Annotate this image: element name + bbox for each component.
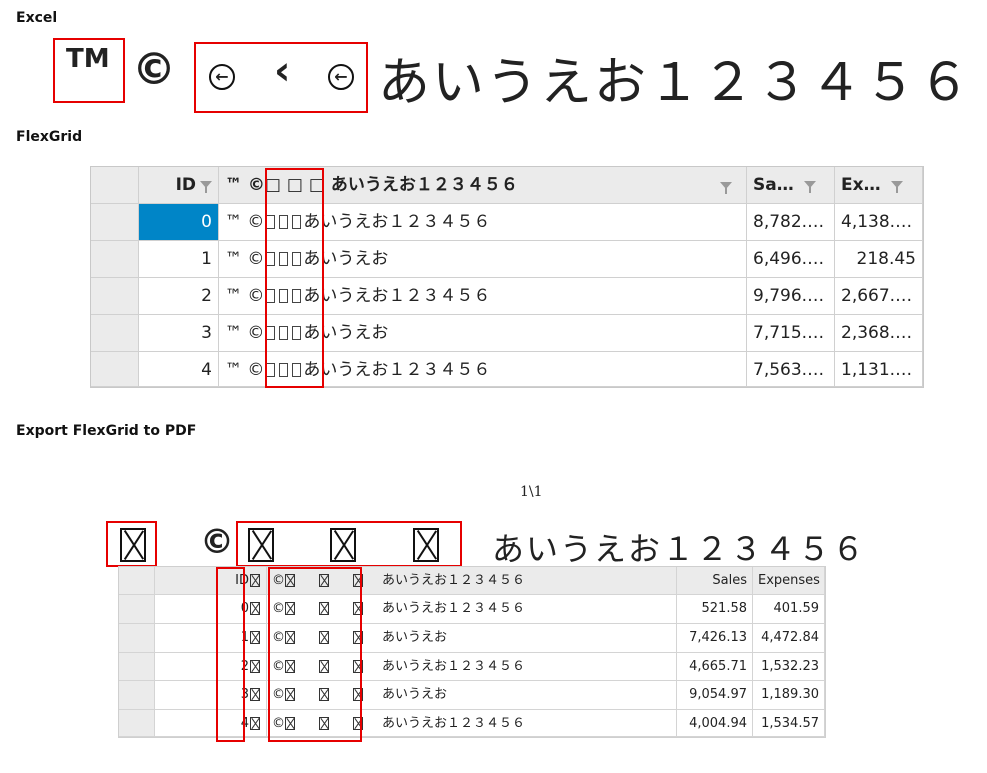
column-header-label: Ex… [841,175,881,195]
pdf-row-header [119,624,155,653]
pdf-cell-expenses: 1,189.30 [753,681,825,710]
pdf-header-id: ID [155,567,267,595]
symbol-prefix: ™ © [225,286,265,306]
pdf-header-expenses: Expenses [753,567,825,595]
export-section-label: Export FlexGrid to PDF [16,423,197,439]
missing-glyph-icon [250,660,260,673]
pdf-cell-id: 3 [155,681,267,710]
grid-cell-expenses[interactable]: 2,368.… [835,315,923,352]
filter-icon[interactable] [890,180,903,193]
row-header[interactable] [91,204,139,241]
grid-cell-id[interactable]: 1 [139,241,219,278]
row-header[interactable] [91,241,139,278]
pdf-cell-id: 0 [155,595,267,624]
japanese-text: あいうえお [382,630,448,645]
japanese-text: あいうえお１２３４５６ [303,360,491,380]
column-header-id[interactable]: ID [139,167,219,204]
symbol-prefix: ™ © [225,323,265,343]
japanese-text: あいうえお１２３４５６ [492,530,867,568]
highlight-box [236,521,462,567]
grid-cell-expenses[interactable]: 2,667.… [835,278,923,315]
japanese-text: あいうえお１２３４５６ [382,659,526,674]
column-header-expenses[interactable]: Ex… [835,167,923,204]
grid-cell-sales[interactable]: 6,496.… [747,241,835,278]
japanese-text: あいうえお１２３４５６ [378,53,973,113]
grid-cell-sales[interactable]: 9,796.… [747,278,835,315]
grid-cell-expenses[interactable]: 218.45 [835,241,923,278]
missing-glyph-icon [250,574,260,587]
flexgrid-section-label: FlexGrid [16,129,83,145]
grid-cell-id[interactable]: 2 [139,278,219,315]
grid-cell-sales[interactable]: 8,782.… [747,204,835,241]
highlight-box [106,521,157,567]
japanese-text: あいうえお１２３４５６ [382,601,526,616]
filter-icon[interactable] [720,182,732,194]
row-header[interactable] [91,352,139,387]
flexgrid[interactable]: ID ™ ©□ □ □ あいうえお１２３４５６ Sa… Ex… 0 ™ © あいう… [90,166,924,388]
grid-cell-expenses[interactable]: 1,131.… [835,352,923,387]
excel-rendering: TM © ← ‹ ← あいうえお１２３４５６ [52,38,970,113]
grid-cell-id[interactable]: 4 [139,352,219,387]
filter-icon[interactable] [200,180,212,193]
symbol-prefix: ™ © [225,212,265,232]
japanese-text: あいうえお１２３４５６ [303,286,491,306]
missing-glyph-icon [250,631,260,644]
pdf-topleft-cell [119,567,155,595]
pdf-cell-sales: 9,054.97 [677,681,753,710]
highlight-box [216,567,245,742]
grid-cell-sales[interactable]: 7,715.… [747,315,835,352]
filter-icon[interactable] [803,180,816,193]
pdf-cell-expenses: 1,532.23 [753,653,825,681]
pdf-cell-sales: 521.58 [677,595,753,624]
row-header[interactable] [91,315,139,352]
pdf-title-row: © あいうえお１２３４５６ [108,522,888,568]
japanese-text: あいうえお１２３４５６ [382,716,526,731]
grid-cell-expenses[interactable]: 4,138.… [835,204,923,241]
pdf-cell-expenses: 1,534.57 [753,710,825,737]
pdf-cell-id: 1 [155,624,267,653]
pdf-cell-id: 4 [155,710,267,737]
column-header-label: ID [175,175,196,195]
grid-cell-id[interactable]: 0 [139,204,219,241]
symbol-prefix: ™ © [225,249,265,269]
excel-section-label: Excel [16,10,58,26]
pdf-cell-sales: 7,426.13 [677,624,753,653]
copyright-symbol: © [200,522,234,562]
grid-cell-sales[interactable]: 7,563.… [747,352,835,387]
pdf-cell-sales: 4,665.71 [677,653,753,681]
missing-glyph-icon [250,717,260,730]
pdf-cell-sales: 4,004.94 [677,710,753,737]
pdf-row-header [119,595,155,624]
highlight-box [53,38,125,103]
highlight-box [194,42,368,113]
pdf-cell-id: 2 [155,653,267,681]
grid-cell-id[interactable]: 3 [139,315,219,352]
japanese-text: あいうえお [382,687,448,702]
pdf-row-header [119,681,155,710]
pdf-page-number: 1\1 [520,484,543,500]
pdf-header-sales: Sales [677,567,753,595]
highlight-box [268,567,362,742]
pdf-cell-expenses: 401.59 [753,595,825,624]
missing-glyph-icon [250,688,260,701]
highlight-box [265,168,324,388]
japanese-text: あいうえお１２３４５６ [382,573,526,588]
column-header-label: Sa… [753,175,794,195]
copyright-symbol: © [132,44,176,95]
pdf-row-header [119,710,155,737]
japanese-text: あいうえお１２３４５６ [303,212,491,232]
missing-glyph-icon [250,602,260,615]
symbol-prefix: ™ © [225,360,265,380]
column-header-sales[interactable]: Sa… [747,167,835,204]
pdf-cell-expenses: 4,472.84 [753,624,825,653]
grid-topleft-cell [91,167,139,204]
pdf-row-header [119,653,155,681]
row-header[interactable] [91,278,139,315]
